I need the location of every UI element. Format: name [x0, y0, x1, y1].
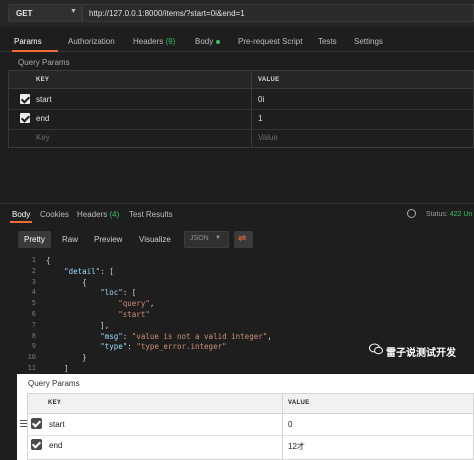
code-line: { [46, 277, 87, 287]
code-line: ] [46, 364, 69, 373]
tab-headers[interactable]: Headers (9) [133, 37, 175, 46]
response-tab-cookies[interactable]: Cookies [40, 210, 69, 219]
view-pretty-button[interactable]: Pretty [18, 231, 51, 248]
line-number: 7 [31, 320, 36, 329]
line-number: 3 [31, 277, 36, 286]
method-label: GET [16, 9, 33, 18]
code-line: { [46, 256, 51, 265]
wechat-icon [369, 343, 383, 355]
code-line: "type": "type_error.integer" [100, 342, 227, 352]
code-line: } [46, 353, 87, 363]
line-number: 6 [31, 310, 36, 318]
value-column-header: VALUE [258, 77, 280, 83]
table-row-empty [9, 129, 473, 149]
param-end-checkbox[interactable] [20, 113, 30, 123]
active-tab-indicator [12, 50, 58, 52]
new-value-input[interactable]: Value [258, 133, 278, 142]
wrap-icon: ⇌ [238, 233, 247, 244]
code-line: "detail": [ [64, 266, 114, 276]
tab-settings[interactable]: Settings [354, 37, 383, 46]
param-value[interactable]: 1 [258, 114, 262, 123]
watermark-text: 雷子说测试开发 [386, 348, 456, 359]
tab-tests[interactable]: Tests [318, 37, 337, 46]
response-headers-label: Headers [77, 210, 108, 219]
tab-body[interactable]: Body [195, 37, 221, 46]
url-text: http://127.0.0.1:8000/items/?start=0i&en… [89, 9, 245, 18]
tab-body-label: Body [195, 37, 214, 46]
chevron-down-icon[interactable]: ▼ [70, 8, 77, 15]
active-response-tab-indicator [10, 221, 32, 223]
overlay-params-table [27, 393, 474, 460]
wrap-lines-button[interactable]: ⇌ [234, 231, 253, 248]
drag-handle-icon[interactable] [20, 420, 27, 429]
tab-pre-request-script[interactable]: Pre-request Script [238, 37, 302, 46]
overlay-param-key[interactable]: start [49, 420, 65, 429]
column-divider [282, 393, 283, 460]
code-line: "loc": [ [100, 288, 137, 298]
line-number: 10 [27, 353, 36, 362]
line-number: 2 [31, 266, 36, 275]
response-tab-headers[interactable]: Headers (4) [77, 210, 119, 219]
chevron-down-icon: ▼ [215, 235, 221, 241]
response-headers-count: (4) [109, 210, 120, 219]
overlay-end-checkbox[interactable] [31, 439, 42, 450]
status-readout: Status: 422 Un [426, 211, 472, 218]
new-key-input[interactable]: Key [36, 133, 50, 142]
line-number: 11 [27, 364, 36, 372]
view-visualize-button[interactable]: Visualize [133, 231, 177, 248]
query-params-table [8, 70, 474, 148]
tab-authorization[interactable]: Authorization [68, 37, 115, 46]
code-line: "msg": "value is not a valid integer", [100, 331, 272, 341]
line-number: 1 [31, 256, 36, 264]
column-divider [251, 70, 252, 148]
response-divider [0, 203, 474, 204]
headers-count: (9) [165, 37, 176, 46]
code-line: "query", [118, 299, 155, 309]
overlay-param-value[interactable]: 0 [288, 420, 292, 429]
format-label: JSON [190, 235, 209, 242]
body-indicator-dot [216, 39, 221, 44]
line-number: 9 [31, 342, 36, 351]
tab-headers-label: Headers [133, 37, 164, 46]
table-row [28, 436, 473, 457]
key-column-header: KEY [36, 77, 50, 83]
table-row [9, 90, 473, 110]
param-key[interactable]: end [36, 114, 49, 123]
overlay-value-header: VALUE [288, 400, 310, 406]
table-header [28, 394, 473, 414]
view-raw-button[interactable]: Raw [56, 231, 84, 248]
line-number: 5 [31, 299, 36, 308]
tab-params[interactable]: Params [14, 37, 42, 46]
table-header [9, 71, 473, 89]
param-key[interactable]: start [36, 95, 52, 104]
overlay-param-key[interactable]: end [49, 441, 62, 450]
code-line: "start" [118, 310, 150, 319]
response-tab-test-results[interactable]: Test Results [129, 210, 173, 219]
overlay-start-checkbox[interactable] [31, 418, 42, 429]
query-params-label: Query Params [18, 58, 70, 67]
response-tab-body[interactable]: Body [12, 210, 30, 219]
overlay-query-params-label: Query Params [28, 379, 80, 388]
overlay-key-header: KEY [48, 400, 62, 406]
overlay-param-value[interactable]: 12才 [288, 441, 305, 452]
line-number: 4 [31, 288, 36, 297]
line-number: 8 [31, 331, 36, 340]
table-row [28, 415, 473, 436]
status-value: 422 Un [449, 211, 473, 218]
param-start-checkbox[interactable] [20, 94, 30, 104]
status-label: Status: [426, 211, 448, 218]
view-preview-button[interactable]: Preview [88, 231, 128, 248]
globe-icon[interactable] [407, 209, 416, 218]
code-line: ], [46, 320, 110, 330]
table-row [9, 110, 473, 130]
param-value[interactable]: 0i [258, 95, 264, 104]
